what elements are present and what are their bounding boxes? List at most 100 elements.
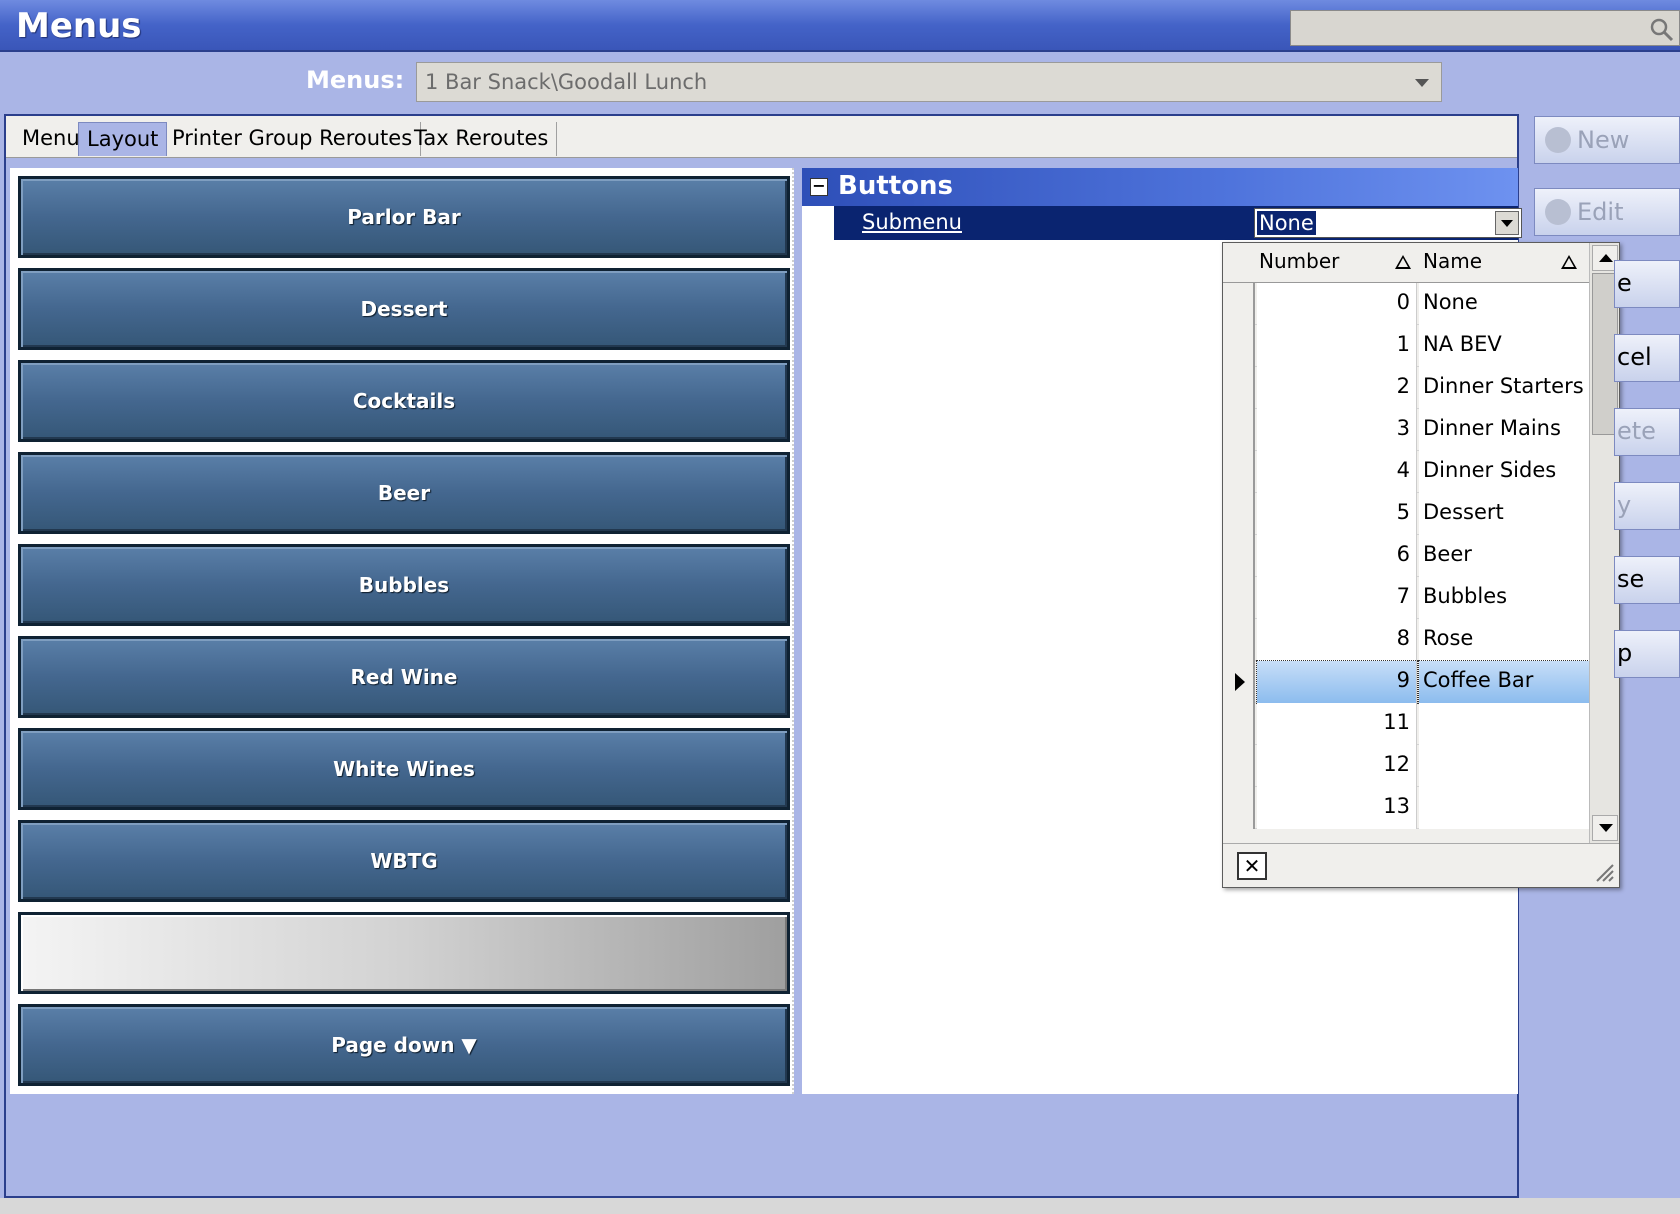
- layout-button-list: Parlor Bar Dessert Cocktails Beer Bubble…: [10, 168, 794, 1094]
- dropdown-row[interactable]: 3 Dinner Mains: [1223, 409, 1589, 451]
- menus-select[interactable]: 1 Bar Snack\Goodall Lunch: [416, 62, 1442, 102]
- window-title: Menus: [16, 6, 142, 46]
- page-down-button[interactable]: Page down ▼: [18, 1004, 790, 1086]
- dropdown-row[interactable]: 12: [1223, 745, 1589, 787]
- dropdown-row[interactable]: 4 Dinner Sides: [1223, 451, 1589, 493]
- submenu-dropdown: Number Name 0 None 1 NA BEV 2 Dinner Sta…: [1222, 242, 1620, 888]
- row-name: [1419, 745, 1589, 787]
- row-name: Dessert: [1419, 493, 1589, 535]
- row-number: 8: [1257, 619, 1417, 661]
- row-header: [1223, 409, 1255, 451]
- resize-grip-icon[interactable]: [1591, 859, 1615, 883]
- dropdown-row-selected[interactable]: 9 Coffee Bar: [1223, 660, 1590, 704]
- sort-ascending-icon[interactable]: [1395, 255, 1411, 269]
- row-name: Bubbles: [1419, 577, 1589, 619]
- layout-button-empty[interactable]: [18, 912, 790, 994]
- row-number: 6: [1257, 535, 1417, 577]
- layout-button-wbtg[interactable]: WBTG: [18, 820, 790, 902]
- row-header: [1223, 745, 1255, 787]
- save-button[interactable]: e: [1614, 260, 1680, 308]
- dropdown-header: Number Name: [1223, 243, 1589, 283]
- close-button[interactable]: se: [1614, 556, 1680, 604]
- submenu-value-field[interactable]: None: [1254, 208, 1522, 238]
- tab-strip: Menu Layout Printer Group Reroutes Tax R…: [6, 116, 1517, 158]
- row-number: 5: [1257, 493, 1417, 535]
- row-header: [1223, 367, 1255, 409]
- column-header-number[interactable]: Number: [1259, 249, 1339, 273]
- row-number: 7: [1257, 577, 1417, 619]
- row-name: Beer: [1419, 535, 1589, 577]
- submenu-value: None: [1257, 211, 1316, 235]
- status-strip: [0, 1198, 1680, 1214]
- row-header: [1223, 703, 1255, 745]
- layout-button-white-wines[interactable]: White Wines: [18, 728, 790, 810]
- dropdown-row[interactable]: 8 Rose: [1223, 619, 1589, 661]
- title-bar: Menus: [0, 0, 1680, 52]
- row-header: [1223, 577, 1255, 619]
- row-header: [1223, 493, 1255, 535]
- property-section-header[interactable]: − Buttons: [802, 168, 1518, 206]
- dropdown-row[interactable]: 7 Bubbles: [1223, 577, 1589, 619]
- chevron-down-icon[interactable]: [1495, 211, 1519, 235]
- dropdown-row[interactable]: 11: [1223, 703, 1589, 745]
- layout-button-red-wine[interactable]: Red Wine: [18, 636, 790, 718]
- layout-button-parlor-bar[interactable]: Parlor Bar: [18, 176, 790, 258]
- row-number: 12: [1257, 745, 1417, 787]
- edit-button[interactable]: Edit: [1534, 188, 1680, 236]
- property-section-title: Buttons: [838, 171, 954, 201]
- row-name: Rose: [1419, 619, 1589, 661]
- menus-select-value: 1 Bar Snack\Goodall Lunch: [425, 70, 708, 94]
- scroll-down-icon[interactable]: [1592, 815, 1618, 841]
- chevron-down-icon[interactable]: [1415, 79, 1429, 87]
- row-number: 0: [1257, 283, 1417, 325]
- dropdown-row[interactable]: 5 Dessert: [1223, 493, 1589, 535]
- dropdown-footer: ✕: [1223, 843, 1619, 887]
- layout-button-beer[interactable]: Beer: [18, 452, 790, 534]
- search-icon[interactable]: [1649, 17, 1675, 43]
- property-row-submenu[interactable]: Submenu None: [834, 206, 1522, 240]
- row-name: [1419, 703, 1589, 745]
- row-number: 3: [1257, 409, 1417, 451]
- dropdown-row[interactable]: 2 Dinner Starters: [1223, 367, 1589, 409]
- collapse-icon[interactable]: −: [810, 178, 828, 196]
- new-button[interactable]: New: [1534, 116, 1680, 164]
- dropdown-scrollbar[interactable]: [1589, 243, 1619, 843]
- tab-printer-group-reroutes[interactable]: Printer Group Reroutes: [164, 122, 422, 156]
- search-input[interactable]: [1290, 10, 1680, 46]
- dropdown-row[interactable]: 1 NA BEV: [1223, 325, 1589, 367]
- row-header: [1223, 325, 1255, 367]
- sort-ascending-icon[interactable]: [1561, 255, 1577, 269]
- close-icon[interactable]: ✕: [1237, 852, 1267, 880]
- row-name: Coffee Bar: [1418, 660, 1590, 704]
- property-name: Submenu: [862, 210, 962, 234]
- tab-tax-reroutes[interactable]: Tax Reroutes: [406, 122, 558, 156]
- layout-button-dessert[interactable]: Dessert: [18, 268, 790, 350]
- row-name: [1419, 787, 1589, 829]
- row-name: NA BEV: [1419, 325, 1589, 367]
- plus-icon: [1545, 127, 1571, 153]
- row-header: [1223, 619, 1255, 661]
- dropdown-row[interactable]: 0 None: [1223, 283, 1589, 325]
- layout-button-cocktails[interactable]: Cocktails: [18, 360, 790, 442]
- row-number: 1: [1257, 325, 1417, 367]
- row-name: Dinner Mains: [1419, 409, 1589, 451]
- row-header: [1223, 283, 1255, 325]
- tab-layout[interactable]: Layout: [78, 122, 168, 156]
- copy-button[interactable]: y: [1614, 482, 1680, 530]
- column-header-name[interactable]: Name: [1423, 249, 1482, 273]
- row-pointer-icon: [1223, 661, 1255, 703]
- row-header: [1223, 451, 1255, 493]
- row-name: None: [1419, 283, 1589, 325]
- help-button[interactable]: p: [1614, 630, 1680, 678]
- row-number: 11: [1257, 703, 1417, 745]
- dropdown-row[interactable]: 13: [1223, 787, 1589, 829]
- dropdown-row[interactable]: 6 Beer: [1223, 535, 1589, 577]
- pencil-icon: [1545, 199, 1571, 225]
- cancel-button[interactable]: cel: [1614, 334, 1680, 382]
- delete-button[interactable]: ete: [1614, 408, 1680, 456]
- row-number: 13: [1257, 787, 1417, 829]
- row-name: Dinner Sides: [1419, 451, 1589, 493]
- row-number: 2: [1257, 367, 1417, 409]
- row-header: [1223, 787, 1255, 829]
- layout-button-bubbles[interactable]: Bubbles: [18, 544, 790, 626]
